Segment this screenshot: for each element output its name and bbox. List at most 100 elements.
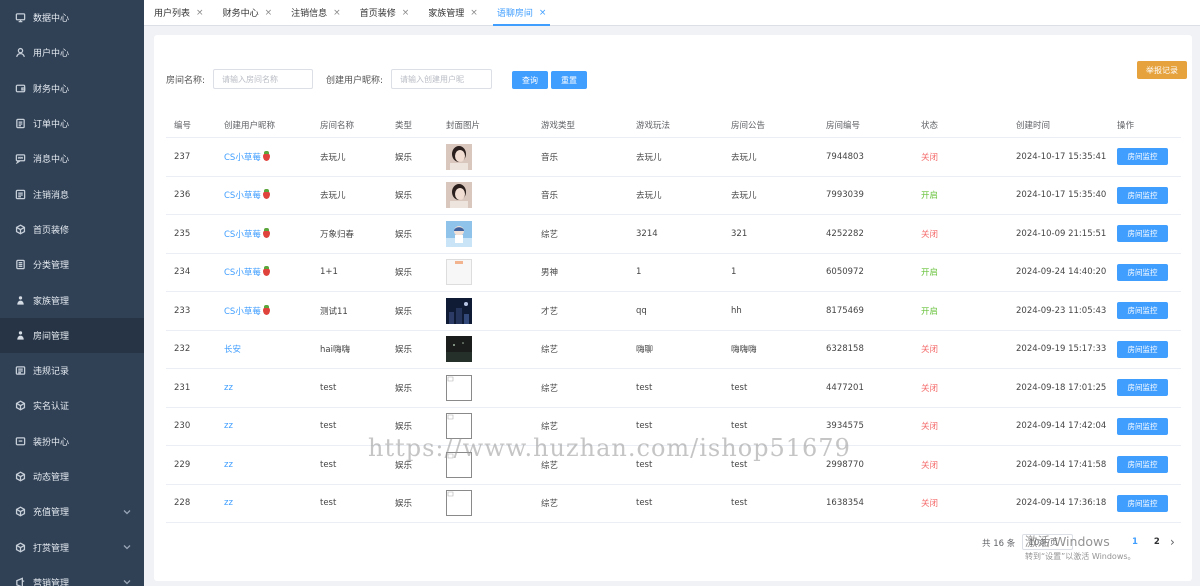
reset-button[interactable]: 重置 (551, 71, 587, 89)
status-cell: 关闭 (913, 382, 1008, 394)
sidebar-item-14[interactable]: 充值管理 (0, 494, 144, 529)
room-name-input[interactable] (213, 69, 314, 89)
sidebar-item-label: 实名认证 (33, 402, 70, 413)
column-header: 操作 (1117, 121, 1135, 131)
strawberry-icon (262, 189, 270, 200)
game-type: 综艺 (541, 460, 559, 471)
room-type: 娱乐 (395, 383, 413, 394)
room-monitor-button[interactable]: 房间监控 (1117, 417, 1168, 435)
tab-4[interactable]: 家族管理 × (424, 0, 488, 25)
room-notice: 去玩儿 (731, 152, 757, 163)
page-size-value[interactable]: 10条/页 (1022, 534, 1073, 550)
cover-cell (438, 259, 533, 286)
creator-link[interactable]: zz (224, 460, 233, 470)
next-page-button[interactable]: › (1170, 535, 1175, 549)
creator-link[interactable]: CS小草莓 (224, 268, 261, 278)
page-2[interactable]: 2 (1154, 537, 1160, 547)
sidebar-item-12[interactable]: 装扮中心 (0, 424, 144, 459)
close-icon[interactable]: × (265, 8, 273, 18)
room-monitor-button[interactable]: 房间监控 (1117, 340, 1168, 358)
cover-image (446, 451, 472, 478)
table-row: 237 CS小草莓 去玩儿 娱乐 音乐 去玩儿 去玩儿 7944803 关闭 2024-10-17… (166, 138, 1181, 177)
column-header: 游戏类型 (541, 121, 576, 131)
column-header: 房间公告 (731, 121, 766, 131)
cover-cell (438, 413, 533, 440)
cover-cell (438, 182, 533, 209)
creator-link[interactable]: 长安 (224, 345, 241, 355)
sidebar-item-13[interactable]: 动态管理 (0, 459, 144, 494)
room-name-filter: 房间名称: (166, 69, 314, 89)
room-monitor-button[interactable]: 房间监控 (1117, 186, 1168, 204)
sidebar-item-2[interactable]: 财务中心 (0, 71, 144, 106)
table-row: 233 CS小草莓 测试11 娱乐 才艺 qq hh 8175469 开启 2024-09-23 … (166, 292, 1181, 331)
cube-icon (15, 224, 26, 235)
chevron-down-icon (123, 543, 131, 551)
sidebar-item-15[interactable]: 打赏管理 (0, 529, 144, 564)
status-badge: 开启 (921, 191, 939, 202)
sidebar-item-6[interactable]: 首页装修 (0, 212, 144, 247)
room-notice: 321 (731, 228, 748, 239)
page-size-select[interactable]: 10条/页 (1022, 534, 1073, 550)
created-time: 2024-09-14 17:42:04 (1016, 421, 1107, 432)
tab-5[interactable]: 语聊房间 × (492, 0, 557, 26)
sidebar-item-16[interactable]: 营销管理 (0, 565, 144, 586)
column-header: 编号 (174, 121, 192, 131)
sidebar-item-9[interactable]: 房间管理 (0, 317, 144, 353)
search-button[interactable]: 查询 (512, 71, 548, 89)
creator-link[interactable]: CS小草莓 (224, 230, 261, 240)
close-icon[interactable]: × (470, 8, 478, 18)
sidebar-item-0[interactable]: 数据中心 (0, 0, 144, 35)
creator-link[interactable]: zz (224, 383, 233, 393)
room-number: 7993039 (826, 190, 864, 201)
room-monitor-button[interactable]: 房间监控 (1117, 148, 1168, 166)
tab-3[interactable]: 首页装修 × (356, 0, 420, 25)
sidebar-item-8[interactable]: 家族管理 (0, 282, 144, 317)
page-1[interactable]: 1 (1132, 537, 1138, 547)
sidebar-item-3[interactable]: 订单中心 (0, 106, 144, 141)
game-play: 去玩儿 (636, 152, 662, 163)
status-badge: 关闭 (921, 499, 939, 510)
sidebar-item-4[interactable]: 消息中心 (0, 141, 144, 176)
chevron-right-icon[interactable]: › (1170, 535, 1175, 549)
sidebar-item-10[interactable]: 违规记录 (0, 353, 144, 388)
room-name: 测试11 (320, 306, 348, 317)
tab-0[interactable]: 用户列表 × (150, 0, 214, 25)
game-type: 音乐 (541, 152, 559, 163)
game-play: test (636, 459, 653, 470)
creator-link[interactable]: CS小草莓 (224, 191, 261, 201)
room-name: test (320, 459, 337, 470)
close-icon[interactable]: × (196, 8, 204, 18)
creator-link[interactable]: zz (224, 421, 233, 431)
user-icon (15, 47, 26, 58)
creator-link[interactable]: zz (224, 498, 233, 508)
feed-icon (15, 471, 26, 482)
sidebar-item-5[interactable]: 注销消息 (0, 176, 144, 211)
room-monitor-button[interactable]: 房间监控 (1117, 263, 1168, 281)
creator-link[interactable]: CS小草莓 (224, 307, 261, 317)
creator-link[interactable]: CS小草莓 (224, 153, 261, 163)
cover-image (446, 297, 472, 324)
status-badge: 关闭 (921, 383, 939, 394)
sidebar-item-1[interactable]: 用户中心 (0, 35, 144, 70)
room-monitor-button[interactable]: 房间监控 (1117, 456, 1168, 474)
tab-2[interactable]: 注销信息 × (287, 0, 351, 25)
room-monitor-button[interactable]: 房间监控 (1117, 494, 1168, 512)
recharge-icon (15, 506, 26, 517)
room-monitor-button[interactable]: 房间监控 (1117, 302, 1168, 320)
tab-1[interactable]: 财务中心 × (219, 0, 283, 25)
report-record-button[interactable]: 举报记录 (1137, 61, 1187, 79)
creator-input[interactable] (391, 69, 493, 89)
sidebar-item-11[interactable]: 实名认证 (0, 388, 144, 423)
room-monitor-button[interactable]: 房间监控 (1117, 379, 1168, 397)
close-icon[interactable]: × (333, 8, 341, 18)
close-icon[interactable]: × (402, 8, 410, 18)
tab-bar: 用户列表 × 财务中心 × 注销信息 × 首页装修 × 家族管理 × 语聊房间 × (144, 0, 1200, 26)
room-monitor-button[interactable]: 房间监控 (1117, 225, 1168, 243)
game-type: 综艺 (541, 229, 559, 240)
table-row: 234 CS小草莓 1+1 娱乐 男神 1 1 6050972 开启 2024-09-24 14:… (166, 254, 1181, 292)
room-notice: test (731, 459, 748, 470)
close-icon[interactable]: × (539, 8, 547, 18)
sidebar-item-7[interactable]: 分类管理 (0, 247, 144, 282)
action-cell: 房间监控 (1109, 186, 1177, 204)
game-play: test (636, 421, 653, 432)
